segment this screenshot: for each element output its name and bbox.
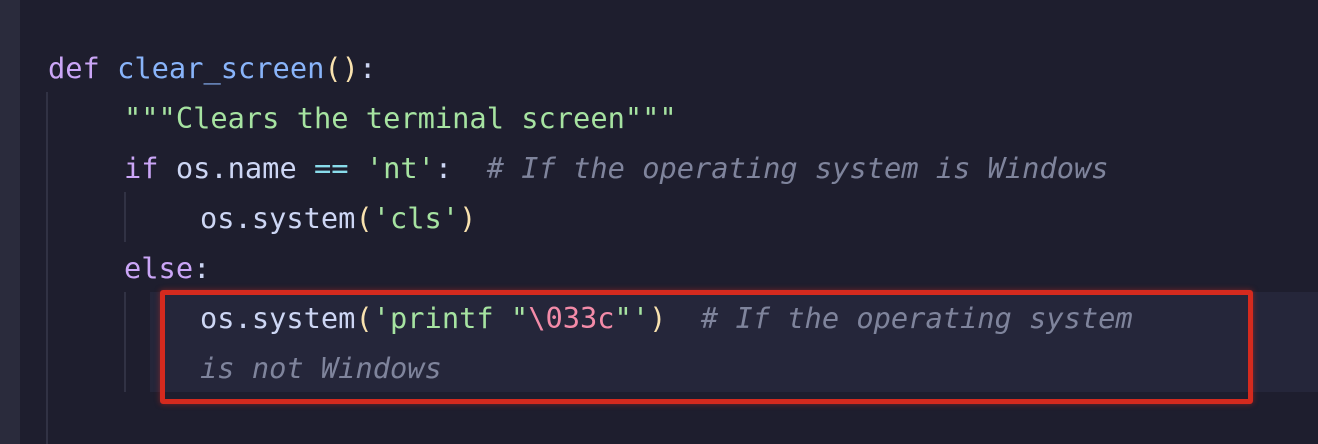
string-literal: 'nt': [365, 151, 435, 185]
colon: :: [193, 251, 211, 285]
equality-operator: ==: [314, 151, 349, 185]
code-line-3: if os.name == 'nt': # If the operating s…: [124, 143, 1109, 193]
inline-comment: # If the operating system is Windows: [486, 151, 1109, 185]
colon: :: [434, 151, 453, 185]
keyword-else: else: [124, 251, 194, 285]
keyword-if: if: [124, 151, 159, 185]
close-paren: ): [459, 201, 477, 235]
docstring: """Clears the terminal screen""": [124, 101, 677, 135]
keyword-def: def: [48, 51, 100, 85]
function-call: os.system: [200, 201, 356, 235]
close-paren: ): [341, 51, 359, 85]
code-editor[interactable]: def clear_screen(): """Clears the termin…: [0, 0, 1318, 444]
code-line-5: else:: [124, 243, 210, 293]
condition-expression: os.name: [175, 151, 314, 185]
function-name: clear_screen: [117, 51, 325, 85]
string-literal: 'cls': [372, 201, 460, 235]
code-line-1: def clear_screen():: [48, 43, 376, 93]
annotation-highlight-box: [160, 290, 1253, 404]
open-paren: (: [355, 201, 373, 235]
open-paren: (: [324, 51, 342, 85]
code-line-4: os.system('cls'): [200, 193, 476, 243]
code-line-2: """Clears the terminal screen""": [124, 93, 677, 143]
colon: :: [358, 51, 377, 85]
